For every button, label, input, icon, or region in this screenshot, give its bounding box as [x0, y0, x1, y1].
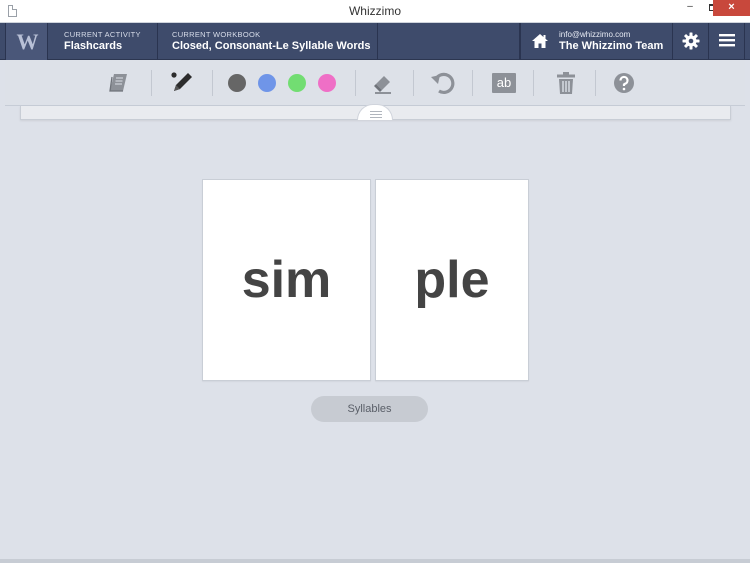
current-workbook-value: Closed, Consonant-Le Syllable Words: [172, 40, 371, 52]
notebook-button[interactable]: [100, 66, 136, 100]
current-workbook[interactable]: CURRENT WORKBOOK Closed, Consonant-Le Sy…: [158, 23, 378, 60]
window-title-bar: Whizzimo – ×: [0, 0, 750, 23]
pen-tool-button[interactable]: [164, 66, 200, 100]
logo-text: W: [16, 29, 39, 54]
undo-button[interactable]: [425, 66, 461, 100]
toolbar-separator: [212, 70, 213, 96]
undo-icon: [431, 72, 455, 95]
handle-grip-line: [370, 111, 382, 112]
settings-button[interactable]: [673, 23, 709, 60]
toolbar-separator: [595, 70, 596, 96]
close-button[interactable]: ×: [713, 0, 750, 16]
window-bottom-edge: [0, 559, 750, 563]
text-tool-button[interactable]: ab: [486, 66, 522, 100]
help-icon: [614, 73, 634, 93]
handle-grip-line: [370, 114, 382, 115]
window-title: Whizzimo: [348, 4, 401, 18]
app-header: W CURRENT ACTIVITY Flashcards CURRENT WO…: [0, 23, 750, 60]
home-icon: [532, 34, 548, 48]
color-swatch-blue[interactable]: [258, 74, 276, 92]
current-activity-value: Flashcards: [64, 40, 123, 52]
flashcard-syllable-2[interactable]: ple: [375, 179, 529, 381]
notebook-icon: [109, 74, 127, 92]
eraser-button[interactable]: [365, 66, 401, 100]
current-activity[interactable]: CURRENT ACTIVITY Flashcards: [48, 23, 158, 60]
drawing-toolbar: ab: [5, 60, 745, 106]
toolbar-separator: [533, 70, 534, 96]
hamburger-menu-icon: [719, 34, 735, 47]
flashcard-syllable-1[interactable]: sim: [202, 179, 371, 381]
handle-grip-line: [370, 117, 382, 118]
color-swatch-pink[interactable]: [318, 74, 336, 92]
current-activity-label: CURRENT ACTIVITY: [64, 30, 141, 39]
current-workbook-label: CURRENT WORKBOOK: [172, 30, 261, 39]
syllables-button[interactable]: Syllables: [311, 396, 428, 422]
whizzimo-logo[interactable]: W: [5, 23, 48, 60]
toolbar-separator: [413, 70, 414, 96]
toolbar-separator: [151, 70, 152, 96]
help-button[interactable]: [606, 66, 642, 100]
pen-icon: [171, 72, 192, 91]
account-button[interactable]: info@whizzimo.com The Whizzimo Team: [520, 23, 673, 60]
account-name: The Whizzimo Team: [559, 40, 664, 52]
color-swatch-gray[interactable]: [228, 74, 246, 92]
text-tool-icon: ab: [492, 73, 516, 93]
trash-icon: [557, 72, 575, 94]
account-email: info@whizzimo.com: [559, 30, 631, 39]
color-swatch-green[interactable]: [288, 74, 306, 92]
toolbar-separator: [355, 70, 356, 96]
header-spacer: [378, 23, 520, 60]
eraser-icon: [374, 76, 391, 94]
delete-button[interactable]: [548, 66, 584, 100]
toolbar-separator: [472, 70, 473, 96]
gear-icon: [682, 32, 700, 50]
main-menu-button[interactable]: [709, 23, 745, 60]
